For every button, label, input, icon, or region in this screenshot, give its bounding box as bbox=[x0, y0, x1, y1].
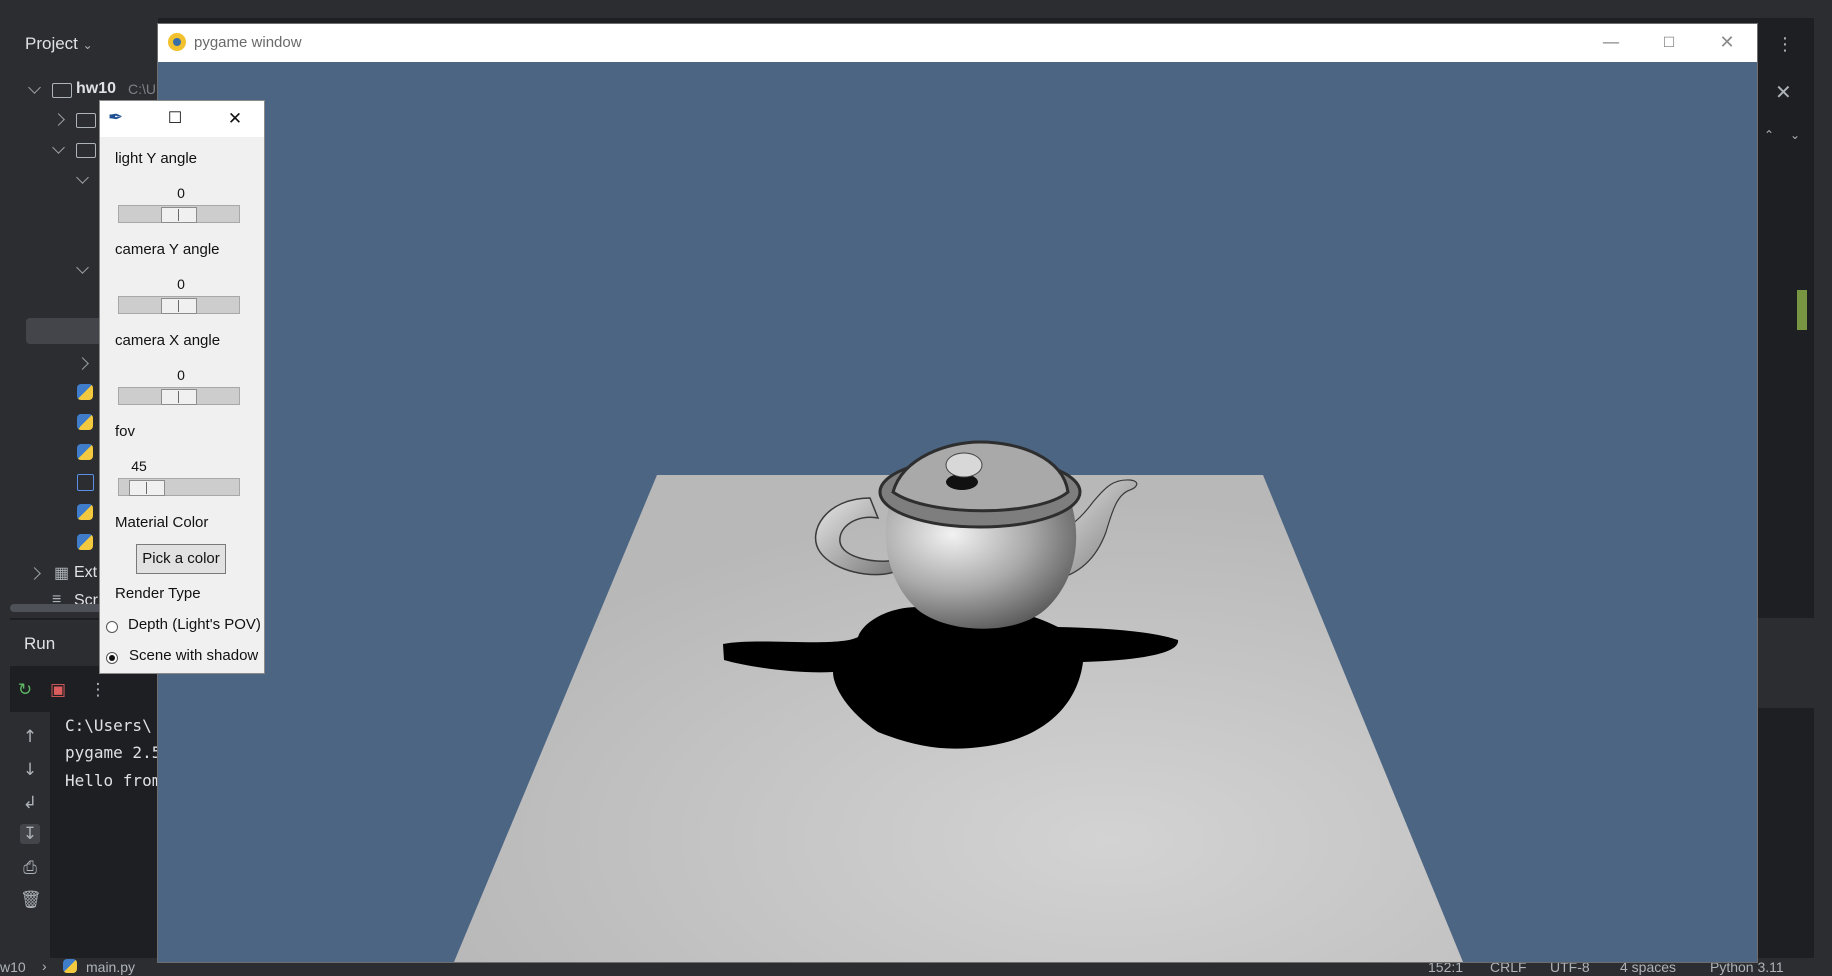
teapot-knob bbox=[945, 452, 983, 478]
light-y-label: light Y angle bbox=[115, 150, 198, 167]
chevron-down-icon: ⌄ bbox=[82, 38, 93, 52]
rerun-icon[interactable]: ↻ bbox=[15, 680, 35, 700]
arrow-down-icon[interactable]: ↓ bbox=[20, 760, 40, 780]
stop-icon[interactable]: ▣ bbox=[48, 680, 68, 700]
chevron-right-icon: › bbox=[42, 958, 47, 974]
tree-subfolder-row[interactable] bbox=[76, 258, 98, 284]
light-y-value: 0 bbox=[177, 185, 185, 201]
console-line: pygame 2.5 bbox=[65, 743, 162, 762]
render-viewport[interactable] bbox=[158, 62, 1757, 962]
material-color-label: Material Color bbox=[115, 514, 209, 531]
python-file-icon[interactable] bbox=[77, 504, 93, 520]
scene-svg bbox=[454, 440, 1463, 962]
console-line: Hello from bbox=[65, 771, 162, 790]
python-file-icon[interactable] bbox=[77, 414, 93, 430]
run-tab-title[interactable]: Run bbox=[24, 634, 55, 654]
console-line: C:\Users\ bbox=[65, 716, 152, 735]
pick-color-button[interactable]: Pick a color bbox=[136, 544, 226, 574]
camera-y-slider[interactable] bbox=[118, 296, 240, 314]
right-panel-header bbox=[1758, 618, 1814, 708]
light-y-slider-thumb[interactable] bbox=[161, 207, 197, 223]
chevron-right-icon bbox=[52, 113, 65, 126]
render-type-label: Render Type bbox=[115, 585, 201, 602]
python-file-icon[interactable] bbox=[77, 384, 93, 400]
arrow-up-icon[interactable]: ↑ bbox=[20, 727, 40, 747]
camera-x-value: 0 bbox=[177, 367, 185, 383]
tree-subfolder-row[interactable] bbox=[76, 352, 98, 378]
fov-slider[interactable] bbox=[118, 478, 240, 496]
python-file-icon[interactable] bbox=[77, 444, 93, 460]
folder-icon bbox=[76, 113, 96, 128]
chevron-down-icon bbox=[76, 261, 89, 274]
breadcrumb-project[interactable]: w10 bbox=[0, 959, 26, 975]
teapot-lid bbox=[891, 440, 1070, 513]
chevron-up-icon[interactable]: ⌃ bbox=[1764, 128, 1774, 142]
pygame-window[interactable]: pygame window — ☐ ✕ bbox=[157, 23, 1758, 963]
image-file-icon[interactable] bbox=[77, 474, 94, 491]
scroll-to-end-icon[interactable]: ↧ bbox=[20, 824, 40, 844]
ide-top-toolbar bbox=[0, 0, 1832, 19]
root-folder-label: hw10 bbox=[76, 80, 117, 97]
folder-icon bbox=[76, 143, 96, 158]
chevron-down-icon bbox=[28, 81, 41, 94]
pygame-titlebar[interactable]: pygame window — ☐ ✕ bbox=[158, 24, 1757, 62]
depth-radio-label[interactable]: Depth (Light's POV) bbox=[128, 616, 261, 633]
more-vertical-icon[interactable]: ⋮ bbox=[88, 680, 108, 700]
light-y-slider[interactable] bbox=[118, 205, 240, 223]
close-icon[interactable]: ✕ bbox=[1775, 80, 1792, 104]
chevron-right-icon bbox=[28, 567, 41, 580]
camera-x-slider-thumb[interactable] bbox=[161, 389, 197, 405]
depth-radio-button[interactable] bbox=[106, 621, 118, 633]
library-icon: ▦ bbox=[54, 565, 70, 582]
scene-shadow-radio-label[interactable]: Scene with shadow bbox=[129, 647, 258, 664]
camera-y-label: camera Y angle bbox=[115, 241, 220, 258]
python-file-icon bbox=[63, 959, 77, 973]
trash-icon[interactable]: 🗑 bbox=[20, 890, 42, 910]
close-icon[interactable]: ✕ bbox=[1698, 24, 1756, 62]
fov-slider-thumb[interactable] bbox=[129, 480, 165, 496]
minimize-icon[interactable]: — bbox=[1582, 24, 1640, 62]
ide-left-tool-strip bbox=[0, 18, 10, 958]
folder-icon bbox=[52, 83, 72, 98]
chevron-down-icon[interactable]: ⌄ bbox=[1790, 128, 1800, 142]
pygame-window-title: pygame window bbox=[194, 34, 302, 51]
python-file-icon[interactable] bbox=[77, 534, 93, 550]
soft-wrap-icon[interactable]: ↲ bbox=[20, 793, 40, 813]
root-path-label: C:\U bbox=[128, 81, 156, 97]
tree-subfolder-row[interactable] bbox=[76, 168, 98, 194]
fov-label: fov bbox=[115, 423, 136, 440]
camera-y-value: 0 bbox=[177, 276, 185, 292]
chevron-down-icon bbox=[76, 171, 89, 184]
print-icon[interactable]: ⎙ bbox=[20, 858, 40, 878]
project-title-label: Project bbox=[25, 34, 78, 53]
controls-titlebar[interactable]: ✒ ☐ ✕ bbox=[100, 101, 264, 137]
pygame-snake-icon bbox=[168, 33, 186, 51]
editor-marker-stripe bbox=[1797, 290, 1807, 330]
maximize-icon[interactable]: ☐ bbox=[150, 101, 200, 137]
right-editor-area bbox=[1758, 18, 1814, 958]
camera-x-slider[interactable] bbox=[118, 387, 240, 405]
controls-window[interactable]: ✒ ☐ ✕ light Y angle 0 camera Y angle 0 c… bbox=[99, 100, 265, 674]
more-vertical-icon[interactable]: ⋮ bbox=[1776, 34, 1794, 55]
scene-shadow-radio-button[interactable] bbox=[106, 652, 118, 664]
chevron-down-icon bbox=[52, 141, 65, 154]
feather-icon: ✒ bbox=[108, 107, 124, 127]
camera-y-slider-thumb[interactable] bbox=[161, 298, 197, 314]
maximize-icon[interactable]: ☐ bbox=[1640, 24, 1698, 62]
external-libraries-label: Ext bbox=[74, 564, 98, 581]
project-view-title[interactable]: Project ⌄ bbox=[25, 34, 93, 54]
close-icon[interactable]: ✕ bbox=[210, 101, 260, 137]
chevron-right-icon bbox=[76, 357, 89, 370]
camera-x-label: camera X angle bbox=[115, 332, 221, 349]
breadcrumb-file[interactable]: main.py bbox=[86, 959, 135, 975]
fov-value: 45 bbox=[131, 458, 147, 474]
right-tool-strip bbox=[1814, 18, 1832, 958]
